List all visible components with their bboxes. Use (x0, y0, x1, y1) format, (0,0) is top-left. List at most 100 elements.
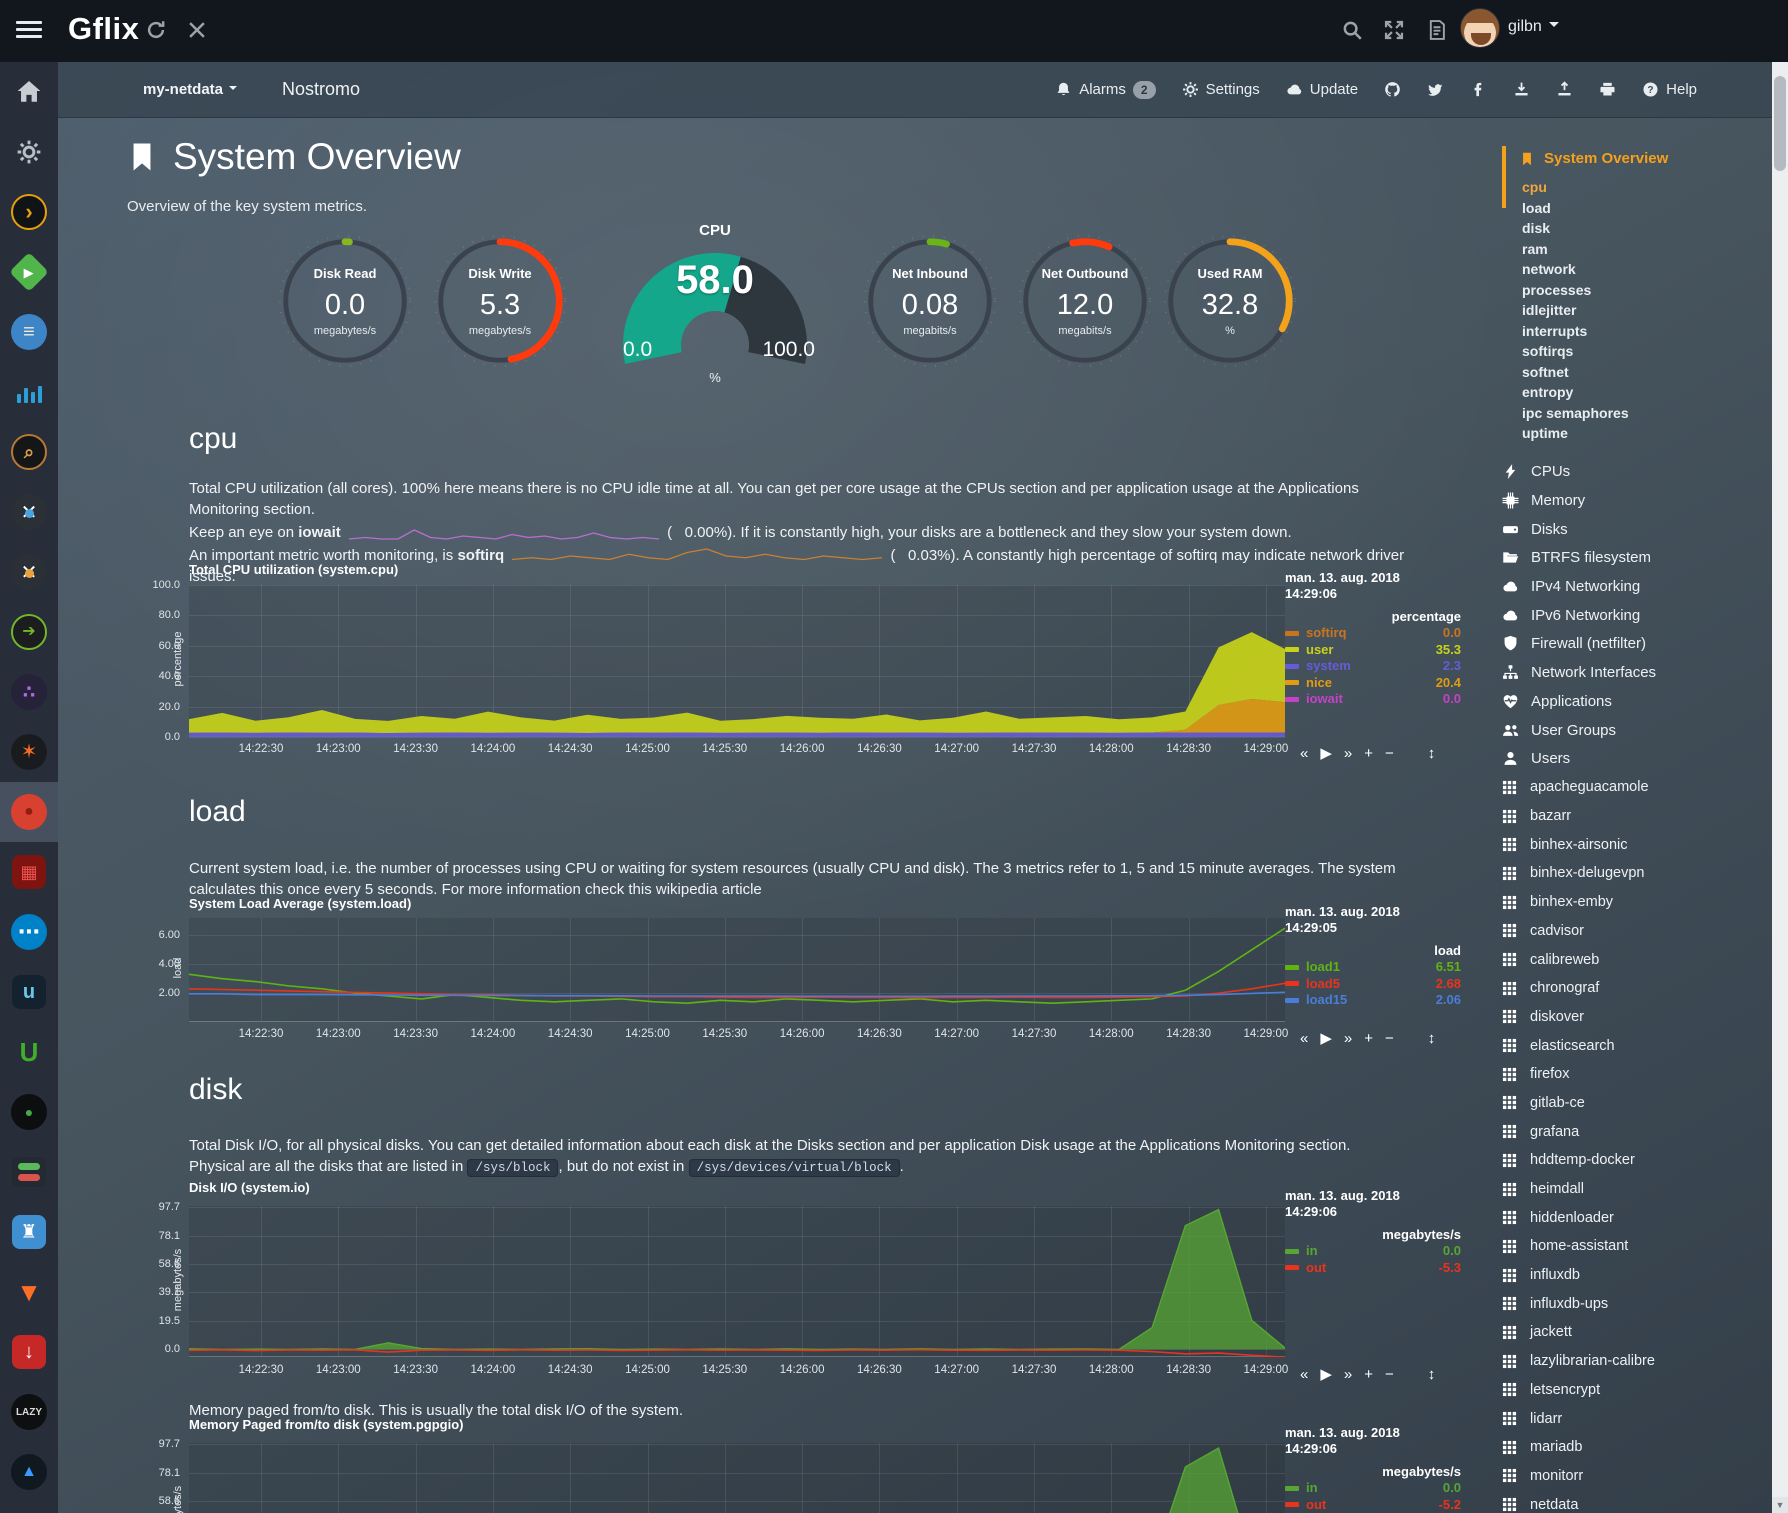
menu-app-calibreweb[interactable]: calibreweb (1502, 945, 1772, 974)
play-button[interactable]: ▶ (1320, 1365, 1332, 1383)
sidebar-app-emby[interactable]: ▶ (0, 242, 58, 302)
menu-section-disks[interactable]: Disks (1502, 515, 1772, 544)
menu-item-processes[interactable]: processes (1522, 280, 1772, 301)
menu-item-softirqs[interactable]: softirqs (1522, 341, 1772, 362)
chart-disk[interactable]: Disk I/O (system.io)megabytes/s97.778.15… (110, 1180, 1460, 1392)
menu-app-influxdb-ups[interactable]: influxdb-ups (1502, 1289, 1772, 1318)
legend-row-out[interactable]: out-5.3 (1285, 1260, 1461, 1277)
menu-section-ipv6-networking[interactable]: IPv6 Networking (1502, 601, 1772, 630)
sidebar-app-jackett[interactable]: ⌕ (0, 422, 58, 482)
sidebar-app-turtle-app[interactable]: ● (0, 1082, 58, 1142)
gauge-cpu[interactable]: CPU 58.0 0.0 100.0 % (613, 222, 817, 392)
chart-plot-area[interactable] (189, 918, 1285, 1022)
legend-row-out[interactable]: out-5.2 (1285, 1497, 1461, 1513)
legend-row-in[interactable]: in0.0 (1285, 1243, 1461, 1260)
menu-app-influxdb[interactable]: influxdb (1502, 1261, 1772, 1290)
menu-item-uptime[interactable]: uptime (1522, 423, 1772, 444)
menu-app-bazarr[interactable]: bazarr (1502, 802, 1772, 831)
menu-app-grafana[interactable]: grafana (1502, 1117, 1772, 1146)
menu-app-heimdall[interactable]: heimdall (1502, 1175, 1772, 1204)
sidebar-app-home[interactable] (0, 62, 58, 122)
sidebar-app-node-graph-app[interactable]: ∴ (0, 662, 58, 722)
scrollbar-down-arrow[interactable]: ▼ (1772, 1497, 1788, 1513)
sidebar-app-plex-like-app[interactable]: › (0, 182, 58, 242)
menu-app-hddtemp-docker[interactable]: hddtemp-docker (1502, 1146, 1772, 1175)
zoom-out-button[interactable]: − (1385, 1030, 1394, 1047)
navbar-up-button[interactable] (1556, 81, 1573, 98)
close-icon[interactable] (186, 19, 208, 41)
pan-back-button[interactable]: « (1300, 1030, 1308, 1047)
menu-item-load[interactable]: load (1522, 198, 1772, 219)
gauge-disk-write[interactable]: Disk Write 5.3 megabytes/s (432, 233, 568, 383)
navbar-twitter-button[interactable] (1427, 81, 1444, 98)
menu-app-lazylibrarian-calibre[interactable]: lazylibrarian-calibre (1502, 1347, 1772, 1376)
play-button[interactable]: ▶ (1320, 1029, 1332, 1047)
menu-app-cadvisor[interactable]: cadvisor (1502, 917, 1772, 946)
menu-app-gitlab-ce[interactable]: gitlab-ce (1502, 1089, 1772, 1118)
sidebar-app-x-orange-app[interactable]: ✕ (0, 542, 58, 602)
menu-section-btrfs-filesystem[interactable]: BTRFS filesystem (1502, 544, 1772, 573)
menu-item-ipc-semaphores[interactable]: ipc semaphores (1522, 403, 1772, 424)
pan-back-button[interactable]: « (1300, 1366, 1308, 1383)
navbar-facebook-button[interactable] (1470, 81, 1487, 98)
resize-handle[interactable]: ↕ (1428, 1366, 1436, 1383)
zoom-in-button[interactable]: + (1364, 1366, 1373, 1383)
gauge-disk-read[interactable]: Disk Read 0.0 megabytes/s (277, 233, 413, 383)
menu-section-users[interactable]: Users (1502, 744, 1772, 773)
navbar-alarms-button[interactable]: Alarms2 (1055, 81, 1155, 99)
menu-app-monitorr[interactable]: monitorr (1502, 1462, 1772, 1491)
pan-forward-button[interactable]: » (1344, 1366, 1352, 1383)
menu-app-letsencrypt[interactable]: letsencrypt (1502, 1376, 1772, 1405)
sidebar-app-jdownloader[interactable]: ↓ (0, 1322, 58, 1382)
navbar-github-button[interactable] (1384, 81, 1401, 98)
pan-back-button[interactable]: « (1300, 745, 1308, 762)
gauge-used-ram[interactable]: Used RAM 32.8 % (1162, 233, 1298, 383)
menu-app-binhex-airsonic[interactable]: binhex-airsonic (1502, 830, 1772, 859)
zoom-out-button[interactable]: − (1385, 1366, 1394, 1383)
resize-handle[interactable]: ↕ (1428, 1030, 1436, 1047)
sidebar-app-settings[interactable] (0, 122, 58, 182)
menu-app-firefox[interactable]: firefox (1502, 1060, 1772, 1089)
sidebar-app-green-u-app[interactable]: U (0, 1022, 58, 1082)
sidebar-app-ombi-like-app[interactable]: ✕ (0, 482, 58, 542)
menu-item-entropy[interactable]: entropy (1522, 382, 1772, 403)
menu-system-overview[interactable]: System Overview (1520, 150, 1772, 167)
search-icon[interactable] (1341, 19, 1363, 41)
menu-app-jackett[interactable]: jackett (1502, 1318, 1772, 1347)
zoom-in-button[interactable]: + (1364, 1030, 1373, 1047)
pan-forward-button[interactable]: » (1344, 745, 1352, 762)
server-dropdown[interactable]: my-netdata (143, 81, 237, 98)
menu-item-network[interactable]: network (1522, 259, 1772, 280)
scrollbar-thumb[interactable] (1774, 76, 1786, 171)
chart-plot-area[interactable] (189, 585, 1285, 737)
sidebar-app-sabnzbd[interactable]: sab (0, 1502, 58, 1513)
menu-app-mariadb[interactable]: mariadb (1502, 1433, 1772, 1462)
hamburger-menu-icon[interactable] (16, 21, 42, 41)
menu-app-elasticsearch[interactable]: elasticsearch (1502, 1031, 1772, 1060)
chart-plot-area[interactable] (189, 1206, 1285, 1357)
menu-section-cpus[interactable]: CPUs (1502, 458, 1772, 487)
menu-app-hiddenloader[interactable]: hiddenloader (1502, 1203, 1772, 1232)
fullscreen-icon[interactable] (1383, 19, 1405, 41)
user-menu[interactable]: gilbn (1508, 18, 1559, 36)
sidebar-app-unraid-like-app[interactable]: u (0, 962, 58, 1022)
menu-item-cpu[interactable]: cpu (1522, 177, 1772, 198)
menu-section-ipv4-networking[interactable]: IPv4 Networking (1502, 572, 1772, 601)
navbar-update-button[interactable]: Update (1286, 81, 1358, 98)
legend-row-in[interactable]: in0.0 (1285, 1480, 1461, 1497)
legend-row-iowait[interactable]: iowait0.0 (1285, 691, 1461, 708)
legend-row-load15[interactable]: load152.06 (1285, 992, 1461, 1009)
sidebar-app-nzbget[interactable]: ➔ (0, 602, 58, 662)
menu-app-apacheguacamole[interactable]: apacheguacamole (1502, 773, 1772, 802)
chart-load[interactable]: System Load Average (system.load)load6.0… (110, 896, 1460, 1056)
chart-cpu[interactable]: Total CPU utilization (system.cpu)percen… (110, 562, 1460, 774)
sidebar-app-lazylibrarian[interactable]: LAZY (0, 1382, 58, 1442)
menu-section-applications[interactable]: Applications (1502, 687, 1772, 716)
gauge-net-inbound[interactable]: Net Inbound 0.08 megabits/s (862, 233, 998, 383)
menu-section-network-interfaces[interactable]: Network Interfaces (1502, 658, 1772, 687)
menu-section-memory[interactable]: Memory (1502, 486, 1772, 515)
legend-row-user[interactable]: user35.3 (1285, 642, 1461, 659)
gauge-net-outbound[interactable]: Net Outbound 12.0 megabits/s (1017, 233, 1153, 383)
menu-item-idlejitter[interactable]: idlejitter (1522, 300, 1772, 321)
menu-app-home-assistant[interactable]: home-assistant (1502, 1232, 1772, 1261)
